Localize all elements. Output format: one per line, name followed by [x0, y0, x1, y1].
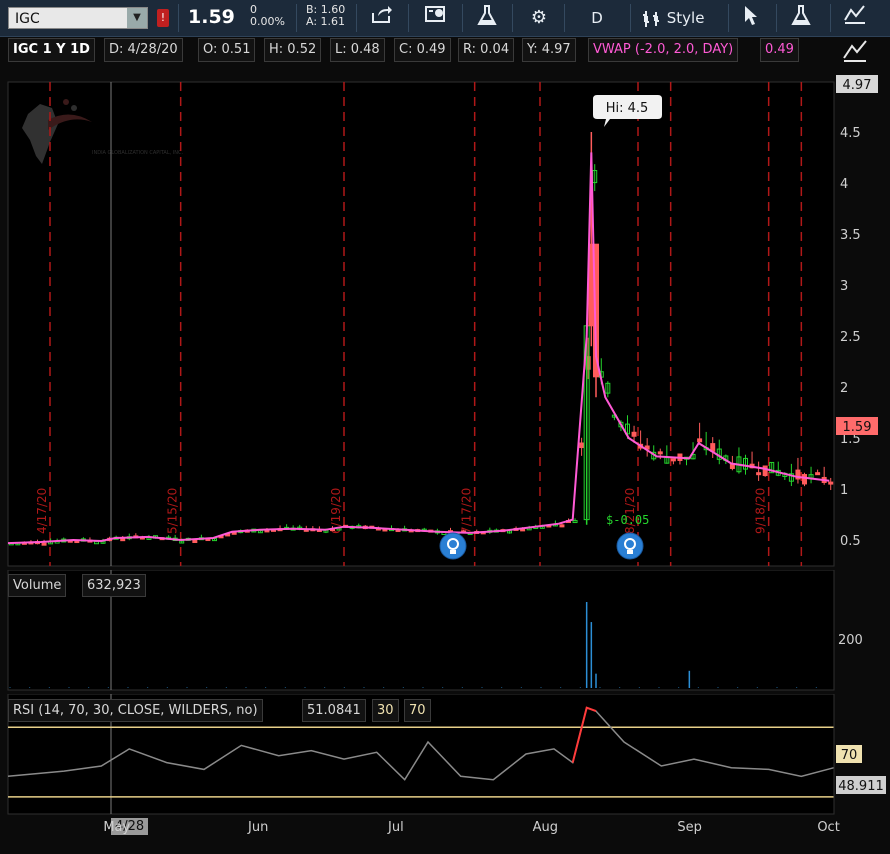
candle-body — [579, 442, 585, 449]
vwap-value: 0.49 — [760, 38, 799, 62]
watermark-text: INDIA GLOBALIZATION CAPITAL, INC. — [92, 150, 183, 156]
symbol-input[interactable]: IGC ▼ — [8, 7, 148, 29]
candle-body — [657, 451, 663, 455]
ask-value: A: 1.61 — [306, 15, 346, 28]
candle-body — [815, 472, 821, 476]
price-change: 0 0.00% — [250, 4, 285, 28]
price-axis-tick: 2 — [840, 381, 848, 396]
chart-title: IGC 1 Y 1D — [8, 38, 95, 62]
dividend-label: $-0.05 — [606, 513, 649, 527]
year-high-badge: 4.97 — [836, 75, 878, 93]
style-label: Style — [666, 9, 705, 27]
candle-body — [828, 481, 834, 485]
period-selector[interactable]: D — [580, 4, 614, 32]
drawing-icon[interactable] — [840, 4, 870, 32]
candle-body — [802, 474, 807, 485]
month-tick: Oct — [817, 820, 840, 835]
month-tick: Jun — [248, 820, 269, 835]
vwap-label: VWAP (-2.0, 2.0, DAY) — [588, 38, 739, 62]
flask-icon[interactable] — [472, 4, 502, 32]
candle-body — [120, 538, 126, 542]
period-value: D — [591, 9, 603, 27]
price-axis-tick: 3.5 — [840, 228, 861, 243]
info-close: C: 0.49 — [394, 38, 451, 62]
drawing-tools-icon[interactable] — [842, 38, 868, 66]
candle-body — [756, 472, 762, 476]
chevron-down-icon[interactable]: ▼ — [127, 8, 147, 28]
last-price-badge: 1.59 — [836, 417, 878, 435]
candle-body — [559, 524, 565, 528]
event-date-label: 7/17/20 — [460, 488, 474, 534]
price-axis: 0.511.522.533.544.5 — [840, 126, 861, 549]
rsi-70-badge: 70 — [836, 745, 862, 763]
cursor-icon[interactable] — [736, 4, 766, 32]
event-date-label: 5/15/20 — [166, 488, 180, 534]
svg-text:4.97: 4.97 — [843, 78, 872, 93]
bid-ask: B: 1.60 A: 1.61 — [306, 4, 345, 28]
info-low: L: 0.48 — [330, 38, 385, 62]
top-toolbar: IGC ▼ ! 1.59 0 0.00% B: 1.60 A: 1.61 ⚙ D… — [0, 0, 890, 37]
rsi-value-badge: 48.911 — [836, 776, 886, 794]
volume-axis-tick: 200 — [838, 633, 863, 648]
studies-flask-icon[interactable] — [786, 4, 816, 32]
info-date: D: 4/28/20 — [104, 38, 183, 62]
event-date-label: 9/18/20 — [754, 488, 768, 534]
price-axis-tick: 3 — [840, 279, 848, 294]
info-year-high: Y: 4.97 — [522, 38, 576, 62]
rsi-low-level: 30 — [372, 699, 399, 722]
svg-text:48.911: 48.911 — [838, 779, 884, 794]
share-icon[interactable] — [364, 4, 400, 32]
alert-icon[interactable]: ! — [157, 9, 169, 27]
price-axis-tick: 2.5 — [840, 330, 861, 345]
candle-body — [762, 465, 768, 477]
month-tick: May — [103, 820, 131, 835]
volume-label: Volume — [8, 574, 67, 597]
volume-value: 632,923 — [82, 574, 146, 597]
price-chart[interactable]: INDIA GLOBALIZATION CAPITAL, INC. 4/17/2… — [0, 64, 890, 568]
price-axis-tick: 0.5 — [840, 534, 861, 549]
time-axis: 4/28 May Jun Jul Aug Sep Oct — [0, 816, 890, 854]
svg-text:70: 70 — [841, 748, 858, 763]
price-axis-tick: 1 — [840, 483, 848, 498]
bulb-icon[interactable] — [439, 532, 467, 560]
high-callout-text: Hi: 4.5 — [606, 101, 649, 116]
info-open: O: 0.51 — [198, 38, 256, 62]
month-tick: Jul — [388, 820, 404, 835]
style-menu[interactable]: Style — [642, 4, 722, 32]
svg-text:1.59: 1.59 — [843, 420, 872, 435]
price-axis-tick: 4.5 — [840, 126, 861, 141]
month-tick: Sep — [677, 820, 702, 835]
candle-body — [697, 438, 703, 443]
last-price: 1.59 — [188, 6, 235, 28]
candle-body — [192, 540, 198, 544]
gadget-icon[interactable] — [418, 4, 454, 32]
info-range: R: 0.04 — [458, 38, 515, 62]
change-percent: 0.00% — [250, 15, 285, 28]
event-date-label: 8/21/20 — [623, 488, 637, 534]
symbol-text: IGC — [15, 11, 40, 27]
month-tick: Aug — [532, 820, 559, 835]
event-date-label: 4/17/20 — [35, 488, 49, 534]
price-axis-tick: 4 — [840, 177, 848, 192]
rsi-high-level: 70 — [404, 699, 431, 722]
bulb-icon[interactable] — [616, 532, 644, 560]
gear-icon[interactable]: ⚙ — [524, 4, 554, 32]
rsi-label: RSI (14, 70, 30, CLOSE, WILDERS, no) — [8, 699, 263, 722]
info-high: H: 0.52 — [264, 38, 322, 62]
candle-body — [631, 431, 637, 437]
candle-body — [41, 542, 47, 546]
candle-body — [670, 458, 676, 462]
rsi-value: 51.0841 — [302, 699, 366, 722]
